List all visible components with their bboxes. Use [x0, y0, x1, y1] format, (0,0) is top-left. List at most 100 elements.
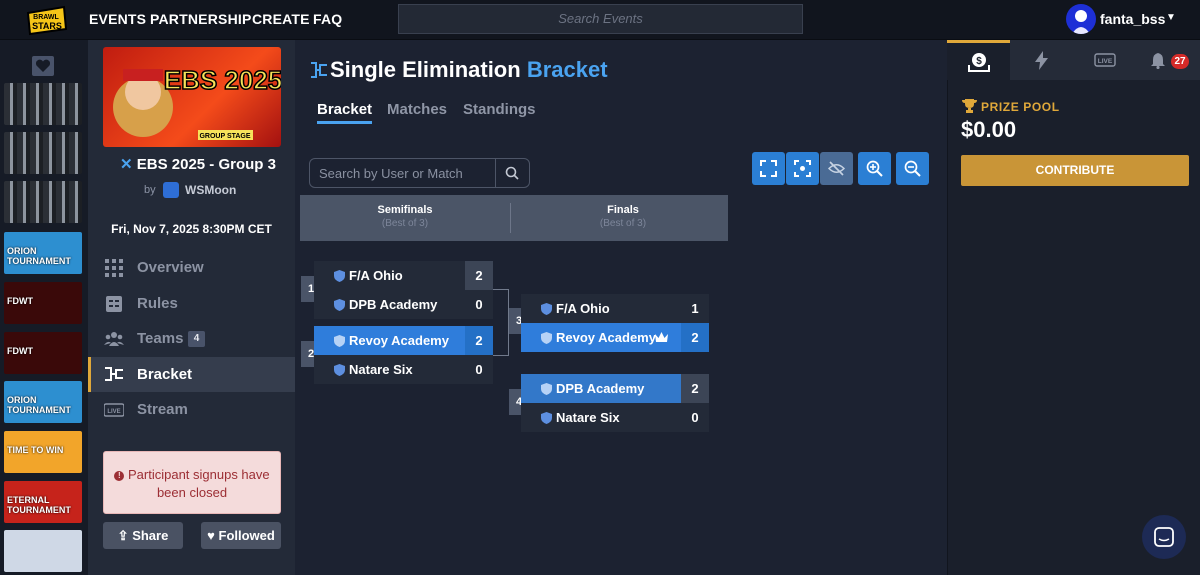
round-header: Semifinals (Best of 3) Finals (Best of 3… [300, 195, 728, 241]
banner-title: EBS 2025 [164, 65, 281, 95]
followed-event-thumbnail[interactable] [4, 83, 82, 125]
host-name-link[interactable]: WSMoon [185, 183, 236, 197]
match-slot[interactable]: Natare Six 0 [521, 403, 709, 432]
top-navigation-bar: BRAWL STARS EVENTS PARTNERSHIP CREATE FA… [0, 0, 1200, 40]
sidebar-item-label: Teams [137, 330, 184, 347]
sidebar-item-stream[interactable]: LIVE Stream [88, 392, 295, 427]
live-icon: LIVE [1094, 53, 1116, 67]
zoom-out-icon [904, 160, 921, 177]
nav-partnership[interactable]: PARTNERSHIP [150, 11, 252, 27]
prize-money-icon: $ [968, 53, 990, 72]
thumbnail-label: FDWT [7, 346, 33, 356]
user-avatar[interactable] [1066, 4, 1096, 34]
tab-bracket[interactable]: Bracket [317, 101, 373, 124]
tab-notifications[interactable] [1136, 40, 1199, 80]
user-menu-caret-icon[interactable]: ▼ [1166, 12, 1176, 23]
match-slot[interactable]: DPB Academy 2 [521, 374, 709, 403]
round-semifinals: Semifinals (Best of 3) [377, 204, 433, 229]
team-shield-icon [541, 382, 552, 395]
upload-icon: ⇪ [117, 528, 129, 543]
event-date: Fri, Nov 7, 2025 8:30PM CET [111, 222, 272, 236]
by-label: by [144, 184, 156, 196]
fit-view-button[interactable] [786, 152, 819, 185]
match-slot[interactable]: DPB Academy 0 [314, 290, 493, 319]
toggle-visibility-button[interactable] [820, 152, 853, 185]
sidebar-item-rules[interactable]: Rules [88, 286, 295, 321]
team-shield-icon [541, 302, 552, 315]
username-label[interactable]: fanta_bss [1100, 11, 1165, 27]
followed-event-thumbnail[interactable]: FDWT [4, 332, 82, 374]
bracket-search-input[interactable] [310, 159, 496, 187]
host-avatar[interactable] [163, 182, 179, 198]
sidebar-item-overview[interactable]: Overview [88, 250, 295, 285]
match-slot[interactable]: F/A Ohio 2 [314, 261, 493, 290]
zoom-in-button[interactable] [858, 152, 891, 185]
thumbnail-label: ORION TOURNAMENT [7, 395, 71, 415]
team-shield-icon [334, 269, 345, 282]
tab-matches[interactable]: Matches [387, 101, 447, 118]
thumbnail-label: FDWT [7, 296, 33, 306]
bracket-icon [311, 62, 327, 78]
crossed-swords-icon: ✕ [120, 156, 133, 173]
search-icon[interactable] [496, 159, 529, 187]
bracket-icon [105, 366, 123, 381]
match-slot[interactable]: Revoy Academy 2 [521, 323, 709, 352]
tab-standings[interactable]: Standings [463, 101, 536, 118]
nav-faq[interactable]: FAQ [313, 11, 342, 27]
support-chat-button[interactable] [1142, 515, 1186, 559]
bracket-search [309, 158, 530, 188]
sidebar-item-label: Stream [137, 401, 188, 418]
teams-count-badge: 4 [188, 331, 205, 347]
tab-live[interactable]: LIVE [1073, 40, 1136, 80]
followed-event-thumbnail[interactable]: ETERNAL TOURNAMENT [4, 481, 82, 523]
favorites-heart-icon[interactable] [32, 56, 54, 76]
banner-subtitle: GROUP STAGE [199, 133, 250, 140]
followed-event-thumbnail[interactable]: ORION TOURNAMENT [4, 381, 82, 423]
followed-event-thumbnail[interactable] [4, 181, 82, 223]
match-slot[interactable]: Natare Six 0 [314, 355, 493, 384]
followed-button[interactable]: ♥ Followed [201, 522, 281, 549]
thumbnail-label: TIME TO WIN [7, 445, 64, 455]
fullscreen-button[interactable] [752, 152, 785, 185]
alert-icon: ! [114, 471, 125, 481]
team-shield-icon [541, 331, 552, 344]
nav-events[interactable]: EVENTS [89, 11, 146, 27]
trophy-icon [962, 99, 977, 113]
brawl-stars-logo[interactable]: BRAWL STARS [22, 3, 70, 37]
tab-activity[interactable] [1010, 40, 1073, 80]
match-slot[interactable]: F/A Ohio 1 [521, 294, 709, 323]
notification-count-badge: 27 [1171, 54, 1189, 69]
svg-text:LIVE: LIVE [107, 409, 120, 415]
zoom-out-button[interactable] [896, 152, 929, 185]
share-button[interactable]: ⇪ Share [103, 522, 183, 549]
tab-prize[interactable]: $ [947, 40, 1010, 80]
bolt-icon [1035, 51, 1048, 70]
signups-closed-alert: ! Participant signups have been closed [103, 451, 281, 514]
event-title: ✕ EBS 2025 - Group 3 [120, 156, 276, 173]
nav-create[interactable]: CREATE [252, 11, 310, 27]
eye-slash-icon [828, 161, 845, 176]
team-shield-icon [334, 334, 345, 347]
sidebar-item-bracket[interactable]: Bracket [88, 357, 295, 392]
followed-event-thumbnail[interactable]: FDWT [4, 282, 82, 324]
search-events-input[interactable]: Search Events [398, 4, 803, 34]
bell-icon [1151, 53, 1165, 69]
round-divider [510, 203, 511, 233]
match-slot[interactable]: Revoy Academy 2 [314, 326, 493, 355]
bracket-connector [493, 289, 509, 356]
followed-event-thumbnail[interactable]: ORION TOURNAMENT [4, 232, 82, 274]
expand-icon [760, 160, 777, 177]
followed-event-thumbnail[interactable] [4, 530, 82, 572]
prize-pool-value: $0.00 [961, 117, 1017, 142]
followed-event-thumbnail[interactable]: TIME TO WIN [4, 431, 82, 473]
sidebar-item-label: Rules [137, 295, 178, 312]
followed-event-thumbnail[interactable] [4, 132, 82, 174]
event-banner-image: EBS 2025 GROUP STAGE [103, 47, 281, 147]
team-shield-icon [334, 298, 345, 311]
page-title: Single Elimination Bracket [330, 57, 608, 82]
svg-text:LIVE: LIVE [1098, 58, 1113, 65]
rules-book-icon [106, 295, 122, 312]
team-shield-icon [334, 363, 345, 376]
heart-icon: ♥ [207, 528, 215, 543]
contribute-button[interactable]: CONTRIBUTE [961, 155, 1189, 186]
